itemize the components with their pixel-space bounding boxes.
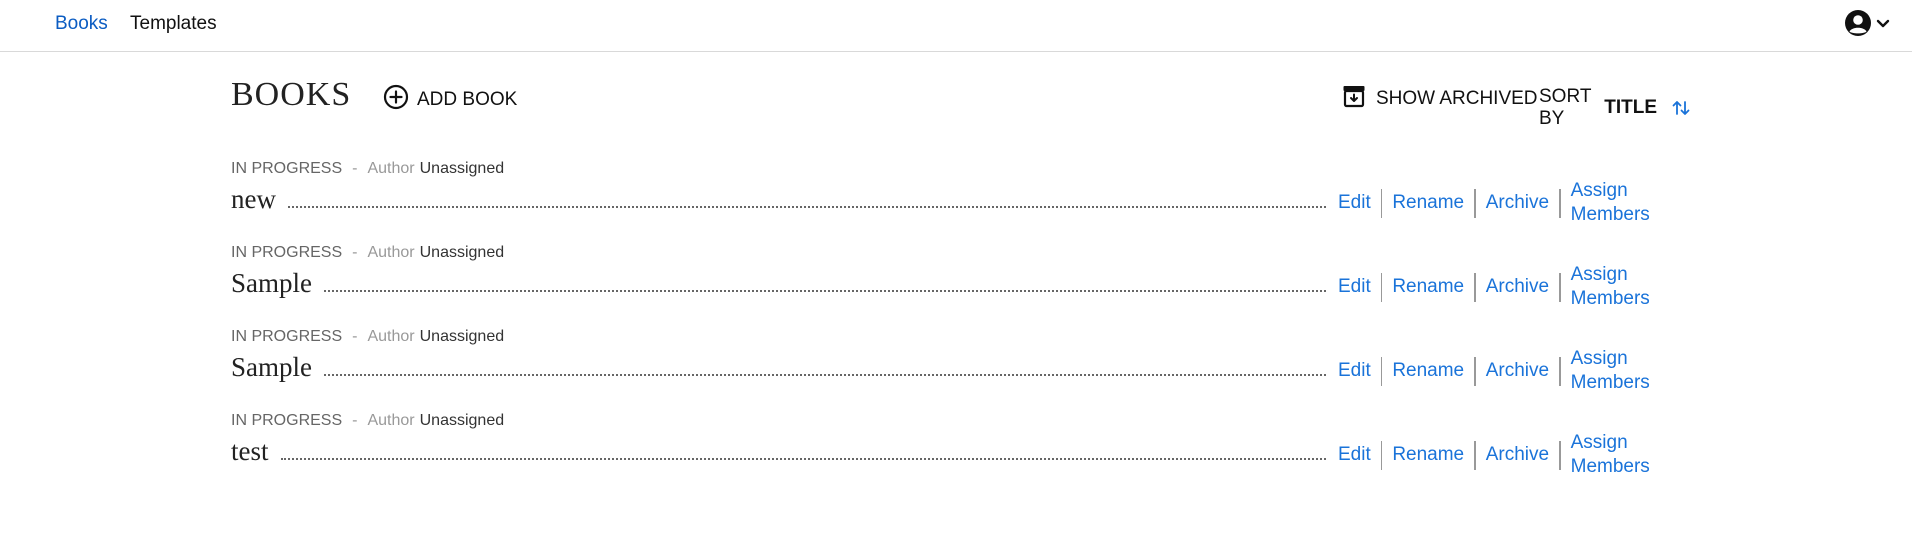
meta-separator: -	[352, 244, 358, 261]
user-menu-button[interactable]	[1844, 9, 1894, 42]
assign-members-link[interactable]: Assign Members	[1561, 431, 1691, 479]
assign-members-link[interactable]: Assign Members	[1561, 347, 1691, 395]
book-actions: Edit Rename Archive Assign Members	[1328, 264, 1691, 309]
sort-by-label: SORT BY	[1539, 86, 1592, 129]
book-title-line: new	[231, 180, 1326, 214]
nav-link-templates[interactable]: Templates	[130, 13, 217, 35]
author-label: Author	[367, 412, 415, 429]
dotted-leader	[324, 374, 1326, 376]
edit-link[interactable]: Edit	[1328, 359, 1381, 383]
author-value: Unassigned	[419, 328, 505, 345]
add-book-label: ADD BOOK	[417, 89, 518, 110]
nav-link-books[interactable]: Books	[55, 13, 108, 35]
rename-link[interactable]: Rename	[1382, 191, 1474, 215]
status-badge: IN PROGRESS	[231, 328, 343, 345]
page-title: BOOKS	[231, 76, 352, 113]
books-dashboard: BOOKS ADD BOOK SHOW ARCHIVED SORT BY TIT…	[231, 0, 1691, 546]
author-label: Author	[367, 160, 415, 177]
status-badge: IN PROGRESS	[231, 244, 343, 261]
rename-link[interactable]: Rename	[1382, 443, 1474, 467]
archive-link[interactable]: Archive	[1476, 191, 1559, 215]
book-title[interactable]: test	[231, 436, 281, 466]
meta-separator: -	[352, 160, 358, 177]
book-title[interactable]: Sample	[231, 268, 324, 298]
archive-link[interactable]: Archive	[1476, 443, 1559, 467]
author-value: Unassigned	[419, 412, 505, 429]
status-badge: IN PROGRESS	[231, 412, 343, 429]
sort-arrows-icon[interactable]	[1671, 99, 1691, 117]
dotted-leader	[287, 206, 1326, 208]
rename-link[interactable]: Rename	[1382, 275, 1474, 299]
author-label: Author	[367, 328, 415, 345]
assign-members-link[interactable]: Assign Members	[1561, 179, 1691, 227]
dotted-leader	[324, 290, 1326, 292]
book-meta: IN PROGRESS - Author Unassigned	[231, 328, 504, 346]
archive-link[interactable]: Archive	[1476, 275, 1559, 299]
book-meta: IN PROGRESS - Author Unassigned	[231, 412, 504, 430]
book-row: IN PROGRESS - Author Unassigned new Edit…	[231, 160, 1691, 232]
book-title-line: Sample	[231, 264, 1326, 298]
show-archived-label: SHOW ARCHIVED	[1376, 88, 1538, 109]
archive-link[interactable]: Archive	[1476, 359, 1559, 383]
status-badge: IN PROGRESS	[231, 160, 343, 177]
show-archived-button[interactable]: SHOW ARCHIVED	[1342, 84, 1538, 114]
book-actions: Edit Rename Archive Assign Members	[1328, 180, 1691, 225]
book-row: IN PROGRESS - Author Unassigned Sample E…	[231, 244, 1691, 316]
edit-link[interactable]: Edit	[1328, 443, 1381, 467]
dotted-leader	[280, 458, 1326, 460]
book-row: IN PROGRESS - Author Unassigned test Edi…	[231, 412, 1691, 484]
sort-control: SORT BY TITLE	[1539, 86, 1691, 130]
book-title[interactable]: new	[231, 184, 288, 214]
add-book-button[interactable]: ADD BOOK	[383, 84, 517, 116]
book-title[interactable]: Sample	[231, 352, 324, 382]
author-label: Author	[367, 244, 415, 261]
chevron-down-icon	[1876, 16, 1890, 34]
meta-separator: -	[352, 328, 358, 345]
book-actions: Edit Rename Archive Assign Members	[1328, 432, 1691, 477]
book-row: IN PROGRESS - Author Unassigned Sample E…	[231, 328, 1691, 400]
author-value: Unassigned	[419, 160, 505, 177]
user-circle-icon	[1844, 9, 1872, 42]
book-actions: Edit Rename Archive Assign Members	[1328, 348, 1691, 393]
edit-link[interactable]: Edit	[1328, 275, 1381, 299]
book-title-line: test	[231, 432, 1326, 466]
archive-box-icon	[1342, 84, 1366, 114]
author-value: Unassigned	[419, 244, 505, 261]
book-meta: IN PROGRESS - Author Unassigned	[231, 244, 504, 262]
book-title-line: Sample	[231, 348, 1326, 382]
sort-field[interactable]: TITLE	[1604, 97, 1657, 119]
assign-members-link[interactable]: Assign Members	[1561, 263, 1691, 311]
plus-circle-icon	[383, 84, 409, 116]
edit-link[interactable]: Edit	[1328, 191, 1381, 215]
meta-separator: -	[352, 412, 358, 429]
rename-link[interactable]: Rename	[1382, 359, 1474, 383]
book-meta: IN PROGRESS - Author Unassigned	[231, 160, 504, 178]
